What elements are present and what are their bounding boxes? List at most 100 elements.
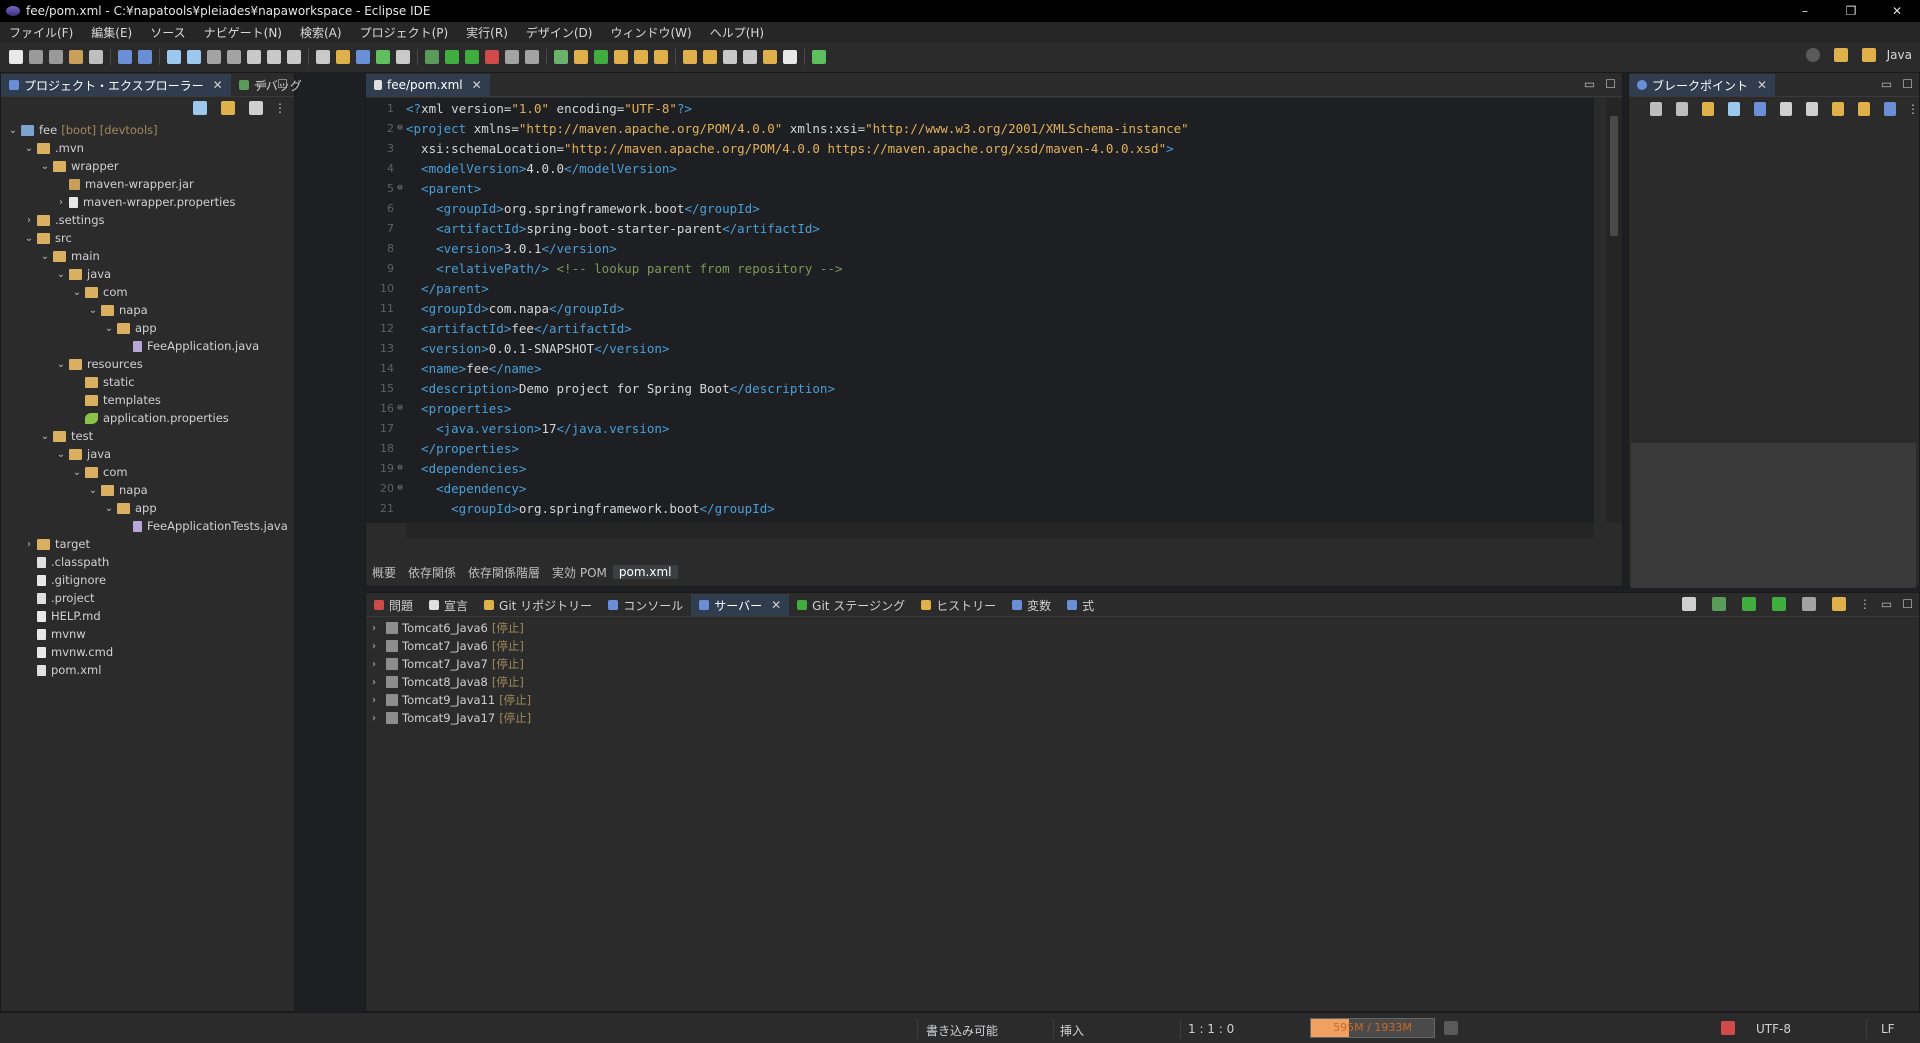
tree-item[interactable]: ⌄ resources bbox=[1, 355, 294, 373]
next-annotation-icon[interactable] bbox=[683, 50, 697, 64]
code-editor[interactable]: 1 <?xml version="1.0" encoding="UTF-8"?> 2… bbox=[366, 98, 1594, 523]
expand-toggle-icon[interactable]: › bbox=[23, 215, 35, 226]
tree-item[interactable]: ⌄ napa bbox=[1, 481, 294, 499]
code-line[interactable]: 9 <relativePath/> <!-- lookup parent fro… bbox=[366, 258, 1594, 278]
code-line[interactable]: 16 ⊖ <properties> bbox=[366, 398, 1594, 418]
code-line[interactable]: 17 <java.version>17</java.version> bbox=[366, 418, 1594, 438]
previous-annotation-icon[interactable] bbox=[703, 50, 717, 64]
debug-server-icon[interactable] bbox=[1711, 597, 1726, 611]
expand-toggle-icon[interactable]: ⌄ bbox=[7, 125, 19, 136]
scroll-thumb[interactable] bbox=[1610, 116, 1618, 236]
fold-toggle-icon[interactable]: ⊖ bbox=[394, 403, 406, 413]
tree-item[interactable]: ⌄ java bbox=[1, 445, 294, 463]
code-line[interactable]: 10 </parent> bbox=[366, 278, 1594, 298]
minimize-view-icon[interactable]: ▭ bbox=[1881, 77, 1892, 91]
expand-toggle-icon[interactable]: ⌄ bbox=[71, 467, 83, 478]
menu-edit[interactable]: 編集(E) bbox=[82, 24, 141, 41]
fold-toggle-icon[interactable]: ⊖ bbox=[394, 463, 406, 473]
code-line[interactable]: 13 <version>0.0.1-SNAPSHOT</version> bbox=[366, 338, 1594, 358]
expand-toggle-icon[interactable]: › bbox=[55, 197, 67, 208]
menu-run[interactable]: 実行(R) bbox=[457, 24, 517, 41]
filter-icon[interactable] bbox=[249, 101, 263, 115]
tree-item[interactable]: ⌄ java bbox=[1, 265, 294, 283]
tree-item[interactable]: ⌄ wrapper bbox=[1, 157, 294, 175]
collapse-all-icon[interactable] bbox=[193, 101, 207, 115]
menu-navigate[interactable]: ナビゲート(N) bbox=[195, 24, 291, 41]
fold-toggle-icon[interactable]: ⊖ bbox=[394, 123, 406, 133]
stop-server-icon[interactable] bbox=[1801, 597, 1816, 611]
remove-breakpoint-icon[interactable] bbox=[1650, 102, 1662, 116]
tree-item[interactable]: ⌄ app bbox=[1, 319, 294, 337]
tree-item[interactable]: ⌄ src bbox=[1, 229, 294, 247]
expand-toggle-icon[interactable]: ⌄ bbox=[23, 143, 35, 154]
expand-toggle-icon[interactable]: ⌄ bbox=[55, 449, 67, 460]
code-line[interactable]: 7 <artifactId>spring-boot-starter-parent… bbox=[366, 218, 1594, 238]
print-icon[interactable] bbox=[89, 50, 103, 64]
menu-source[interactable]: ソース bbox=[141, 24, 194, 41]
back-history-icon[interactable] bbox=[763, 50, 777, 64]
tree-item[interactable]: HELP.md bbox=[1, 607, 294, 625]
pom-subtab[interactable]: pom.xml bbox=[612, 565, 678, 579]
expand-toggle-icon[interactable]: › bbox=[372, 695, 382, 706]
coverage-icon[interactable] bbox=[465, 50, 479, 64]
search-icon[interactable] bbox=[1805, 48, 1820, 62]
tab-breakpoints[interactable]: ブレークポイント ✕ bbox=[1629, 74, 1776, 96]
heap-status-bar[interactable]: 595M / 1933M bbox=[1310, 1018, 1435, 1038]
tree-item[interactable]: application.properties bbox=[1, 409, 294, 427]
link-with-debug-icon[interactable] bbox=[1832, 102, 1844, 116]
exception-breakpoint-icon[interactable] bbox=[1858, 102, 1870, 116]
tree-item[interactable]: mvnw.cmd bbox=[1, 643, 294, 661]
code-line[interactable]: 11 <groupId>com.napa</groupId> bbox=[366, 298, 1594, 318]
menu-window[interactable]: ウィンドウ(W) bbox=[601, 24, 700, 41]
code-line[interactable]: 14 <name>fee</name> bbox=[366, 358, 1594, 378]
terminate-icon[interactable] bbox=[207, 50, 221, 64]
tree-item[interactable]: › maven-wrapper.properties bbox=[1, 193, 294, 211]
maximize-view-icon[interactable]: ☐ bbox=[1902, 597, 1913, 611]
tree-item[interactable]: static bbox=[1, 373, 294, 391]
minimize-view-icon[interactable]: ▭ bbox=[256, 77, 267, 91]
step-over-icon[interactable] bbox=[267, 50, 281, 64]
terminal-icon[interactable] bbox=[118, 50, 132, 64]
garbage-collect-icon[interactable] bbox=[1444, 1021, 1458, 1035]
maximize-view-icon[interactable]: ☐ bbox=[1605, 77, 1616, 91]
code-line[interactable]: 21 <groupId>org.springframework.boot</gr… bbox=[366, 498, 1594, 518]
import-breakpoints-icon[interactable] bbox=[1884, 102, 1896, 116]
expand-all-icon[interactable] bbox=[1780, 102, 1792, 116]
tree-item[interactable]: ⌄ app bbox=[1, 499, 294, 517]
tree-item[interactable]: ⌄ fee [boot] [devtools] bbox=[1, 121, 294, 139]
expand-toggle-icon[interactable]: › bbox=[23, 539, 35, 550]
suspend-icon[interactable] bbox=[187, 50, 201, 64]
editor-vertical-scrollbar[interactable] bbox=[1606, 98, 1622, 523]
tree-item[interactable]: ⌄ main bbox=[1, 247, 294, 265]
profile-server-icon[interactable] bbox=[1771, 597, 1786, 611]
close-icon[interactable]: ✕ bbox=[1757, 78, 1767, 92]
new-package-icon[interactable] bbox=[574, 50, 588, 64]
step-into-icon[interactable] bbox=[247, 50, 261, 64]
expand-toggle-icon[interactable]: › bbox=[372, 641, 382, 652]
perspective-java-label[interactable]: Java bbox=[1887, 48, 1912, 62]
expand-toggle-icon[interactable]: ⌄ bbox=[23, 233, 35, 244]
publish-icon[interactable] bbox=[1831, 597, 1846, 611]
tree-item[interactable]: maven-wrapper.jar bbox=[1, 175, 294, 193]
run-icon[interactable] bbox=[445, 50, 459, 64]
code-line[interactable]: 6 <groupId>org.springframework.boot</gro… bbox=[366, 198, 1594, 218]
expand-toggle-icon[interactable]: ⌄ bbox=[103, 503, 115, 514]
step-return-icon[interactable] bbox=[287, 50, 301, 64]
expand-toggle-icon[interactable]: ⌄ bbox=[55, 359, 67, 370]
bottom-tab[interactable]: 宣言 bbox=[421, 594, 476, 616]
bottom-tab[interactable]: コンソール bbox=[600, 594, 691, 616]
code-line[interactable]: 8 <version>3.0.1</version> bbox=[366, 238, 1594, 258]
bottom-tab[interactable]: Git ステージング bbox=[789, 594, 913, 616]
code-line[interactable]: 1 <?xml version="1.0" encoding="UTF-8"?> bbox=[366, 98, 1594, 118]
back-icon[interactable] bbox=[743, 50, 757, 64]
run-external-icon[interactable] bbox=[485, 50, 499, 64]
status-line-ending[interactable]: LF bbox=[1881, 1022, 1895, 1036]
maven-update-icon[interactable] bbox=[336, 50, 350, 64]
save-all-icon[interactable] bbox=[49, 50, 63, 64]
code-line[interactable]: 2 ⊖ <project xmlns="http://maven.apache.or… bbox=[366, 118, 1594, 138]
expand-toggle-icon[interactable]: › bbox=[372, 623, 382, 634]
tree-item[interactable]: ⌄ com bbox=[1, 463, 294, 481]
close-icon[interactable]: ✕ bbox=[213, 78, 223, 92]
bottom-tab[interactable]: サーバー ✕ bbox=[691, 594, 790, 616]
tree-item[interactable]: ⌄ .mvn bbox=[1, 139, 294, 157]
